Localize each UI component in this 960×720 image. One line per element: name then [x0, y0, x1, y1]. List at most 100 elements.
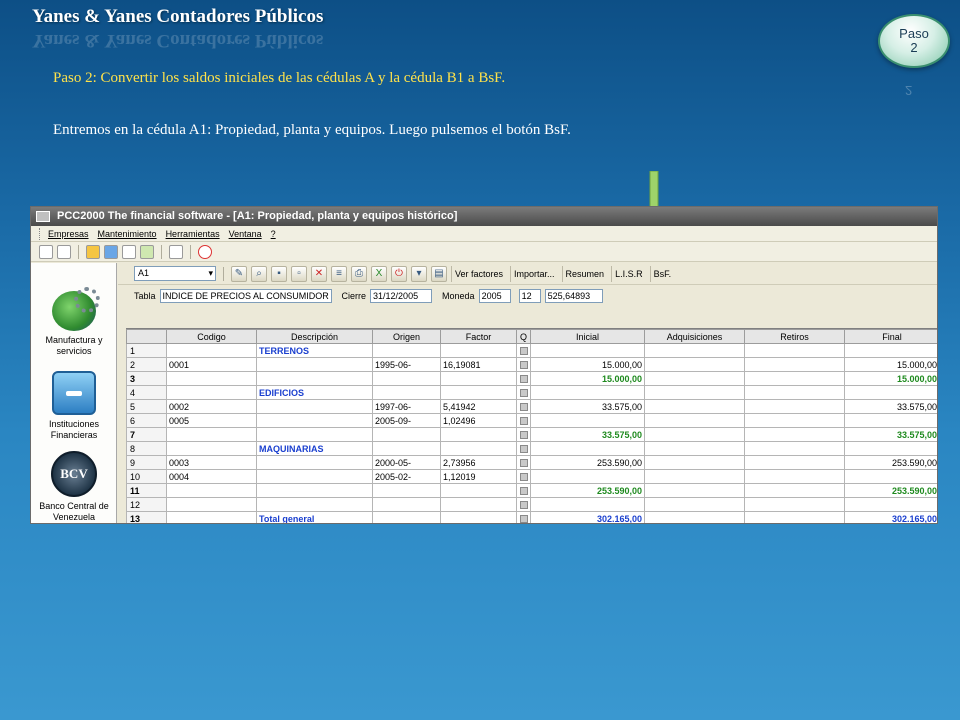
cell-final[interactable]: 33.575,00	[844, 399, 937, 414]
checkbox-icon[interactable]	[519, 459, 528, 468]
table-row[interactable]: 9 0003 2000-05- 2,73956 253.590,00 253.590,00	[126, 455, 937, 470]
row-number[interactable]: 2	[126, 357, 167, 372]
cell-q[interactable]	[516, 497, 531, 512]
checkbox-icon[interactable]	[519, 361, 528, 370]
cell-inicial[interactable]	[530, 385, 645, 400]
cell-inicial[interactable]	[530, 413, 645, 428]
cell-codigo[interactable]	[166, 511, 257, 523]
cell-codigo[interactable]: 0003	[166, 455, 257, 470]
sidebar-item-bcv[interactable]: BCV Banco Central de Venezuela	[31, 451, 117, 523]
cell-origen[interactable]	[372, 441, 441, 456]
new-file-icon[interactable]	[39, 244, 53, 259]
row-number[interactable]: 9	[126, 455, 167, 470]
cell-retiros[interactable]	[744, 427, 845, 442]
cell-factor[interactable]: 5,41942	[440, 399, 517, 414]
cell-final[interactable]	[844, 385, 937, 400]
cell-final[interactable]: 15.000,00	[844, 357, 937, 372]
cell-q[interactable]	[516, 385, 531, 400]
cell-q[interactable]	[516, 413, 531, 428]
cell-retiros[interactable]	[744, 399, 845, 414]
dropdown-icon[interactable]: ▾	[411, 265, 427, 282]
cell-factor[interactable]	[440, 371, 517, 386]
cell-factor[interactable]: 1,02496	[440, 413, 517, 428]
cell-factor[interactable]	[440, 483, 517, 498]
cell-factor[interactable]: 16,19081	[440, 357, 517, 372]
menu-herramientas[interactable]: Herramientas	[166, 229, 220, 239]
cell-retiros[interactable]	[744, 413, 845, 428]
table-row[interactable]: 12	[126, 497, 937, 512]
table-row[interactable]: 1 TERRENOS	[126, 343, 937, 358]
column-header-q[interactable]: Q	[516, 329, 531, 344]
cell-factor[interactable]	[440, 511, 517, 523]
table-row[interactable]: 6 0005 2005-09- 1,02496	[126, 413, 937, 428]
window-icon[interactable]	[122, 244, 136, 259]
menu-help[interactable]: ?	[271, 229, 276, 239]
checkbox-icon[interactable]	[519, 347, 528, 356]
delete-icon[interactable]: ✕	[311, 265, 327, 282]
row-number[interactable]: 4	[126, 385, 167, 400]
cell-q[interactable]	[516, 455, 531, 470]
cell-q[interactable]	[516, 441, 531, 456]
row-number[interactable]: 8	[126, 441, 167, 456]
cell-retiros[interactable]	[744, 469, 845, 484]
checkbox-icon[interactable]	[519, 501, 528, 510]
cell-final[interactable]	[844, 441, 937, 456]
print-icon[interactable]: ⎙	[351, 265, 367, 282]
cell-factor[interactable]: 2,73956	[440, 455, 517, 470]
cell-descripcion[interactable]	[256, 357, 373, 372]
cell-origen[interactable]	[372, 497, 441, 512]
cell-codigo[interactable]: 0002	[166, 399, 257, 414]
checkbox-icon[interactable]	[519, 473, 528, 482]
column-header-origen[interactable]: Origen	[372, 329, 441, 344]
row-number[interactable]: 12	[126, 497, 167, 512]
cell-inicial[interactable]: 15.000,00	[530, 357, 645, 372]
cell-origen[interactable]: 2005-09-	[372, 413, 441, 428]
cell-origen[interactable]: 1997-06-	[372, 399, 441, 414]
column-header-adquisiciones[interactable]: Adquisiciones	[644, 329, 745, 344]
notepad-icon[interactable]: ▤	[431, 265, 447, 282]
cell-retiros[interactable]	[744, 371, 845, 386]
edit-icon[interactable]: ✎	[231, 265, 247, 282]
cell-final[interactable]: 302.165,00	[844, 511, 937, 523]
cell-adquisiciones[interactable]	[644, 511, 745, 523]
cell-adquisiciones[interactable]	[644, 343, 745, 358]
document-icon[interactable]: ▫	[291, 265, 307, 282]
table-row[interactable]: 13 Total general 302.165,00 302.165,00	[126, 511, 937, 523]
cell-codigo[interactable]: 0001	[166, 357, 257, 372]
exit-icon[interactable]: ⏻	[391, 265, 407, 282]
cell-origen[interactable]	[372, 427, 441, 442]
cell-retiros[interactable]	[744, 511, 845, 523]
cell-inicial[interactable]: 302.165,00	[530, 511, 645, 523]
cell-inicial[interactable]: 15.000,00	[530, 371, 645, 386]
cell-final[interactable]: 253.590,00	[844, 483, 937, 498]
cell-q[interactable]	[516, 371, 531, 386]
table-row[interactable]: 3 15.000,00 15.000,00	[126, 371, 937, 386]
cell-adquisiciones[interactable]	[644, 413, 745, 428]
cell-codigo[interactable]	[166, 427, 257, 442]
cell-final[interactable]	[844, 343, 937, 358]
cell-codigo[interactable]: 0005	[166, 413, 257, 428]
menu-ventana[interactable]: Ventana	[229, 229, 262, 239]
cell-codigo[interactable]	[166, 441, 257, 456]
checkbox-icon[interactable]	[519, 417, 528, 426]
cell-descripcion[interactable]	[256, 469, 373, 484]
cell-inicial[interactable]	[530, 441, 645, 456]
table-row[interactable]: 5 0002 1997-06- 5,41942 33.575,00 33.575,00	[126, 399, 937, 414]
cell-final[interactable]	[844, 497, 937, 512]
cell-descripcion[interactable]: TERRENOS	[256, 343, 373, 358]
cell-adquisiciones[interactable]	[644, 371, 745, 386]
bsf-button[interactable]: BsF.	[649, 265, 675, 282]
cell-final[interactable]: 15.000,00	[844, 371, 937, 386]
cedula-select[interactable]: A1	[134, 266, 216, 281]
save-icon[interactable]: ▪	[271, 265, 287, 282]
cell-codigo[interactable]	[166, 343, 257, 358]
lisr-button[interactable]: L.I.S.R	[611, 265, 646, 282]
cell-adquisiciones[interactable]	[644, 469, 745, 484]
factor-field[interactable]: 525,64893	[544, 289, 603, 303]
cell-adquisiciones[interactable]	[644, 385, 745, 400]
cell-origen[interactable]: 1995-06-	[372, 357, 441, 372]
cell-final[interactable]	[844, 413, 937, 428]
chart-icon[interactable]	[104, 244, 118, 259]
sidebar-item-manufactura[interactable]: Manufactura y servicios	[31, 287, 117, 357]
table-row[interactable]: 4 EDIFICIOS	[126, 385, 937, 400]
